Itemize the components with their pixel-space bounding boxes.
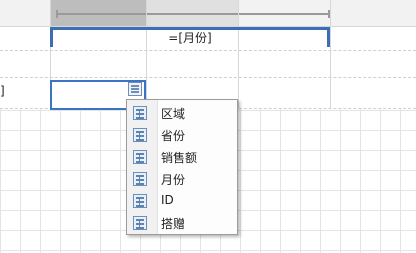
column-divider [146, 0, 147, 108]
menu-item-label: 省份 [161, 129, 186, 143]
row-divider [0, 50, 416, 51]
column-divider [330, 0, 331, 108]
column-header-band[interactable] [0, 0, 416, 27]
menu-item-label: 销售额 [161, 151, 198, 165]
menu-item-giveaway[interactable]: 搭赠 [127, 212, 237, 234]
table-icon [133, 128, 147, 142]
menu-item-month[interactable]: 月份 [127, 168, 237, 190]
table-icon [133, 150, 147, 164]
field-dropdown-menu: 区域 省份 销售额 月份 ID 搭赠 [126, 99, 238, 235]
menu-item-label: 月份 [161, 173, 186, 187]
column-divider [238, 0, 239, 108]
title-expression: =[月份] [168, 31, 212, 45]
column-span-handle[interactable] [56, 10, 330, 18]
menu-item-label: 搭赠 [161, 217, 186, 231]
table-icon [133, 216, 147, 230]
table-icon [133, 194, 147, 208]
menu-item-label: ID [161, 193, 174, 207]
menu-item-id[interactable]: ID [127, 190, 237, 212]
field-picker-button[interactable] [128, 82, 142, 96]
menu-item-province[interactable]: 省份 [127, 124, 237, 146]
table-icon [133, 172, 147, 186]
menu-item-sales[interactable]: 销售额 [127, 146, 237, 168]
menu-item-label: 区域 [161, 107, 186, 121]
row-divider [0, 77, 416, 78]
menu-item-region[interactable]: 区域 [127, 102, 237, 124]
table-icon [133, 106, 147, 120]
report-table: =[月份] ] [0, 0, 416, 110]
row-marker: ] [0, 84, 5, 98]
